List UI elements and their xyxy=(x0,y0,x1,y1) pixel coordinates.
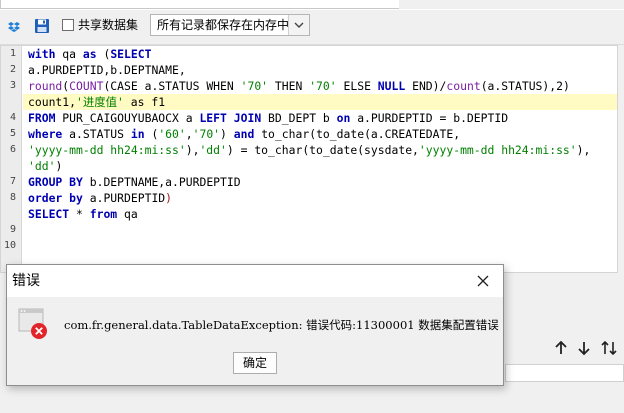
code-line: order by a.PURDEPTID) xyxy=(28,191,173,205)
query-toolbar: 共享数据集 所有记录都保存在内存中 xyxy=(0,10,624,45)
close-icon[interactable] xyxy=(471,269,495,293)
ok-button[interactable]: 确定 xyxy=(233,352,277,374)
code-line: SELECT * from qa xyxy=(28,207,138,221)
code-line: count1,'进度值' as f1 xyxy=(28,95,166,109)
line-number: 1 xyxy=(9,48,16,59)
code-line: FROM PUR_CAIGOUYUBAOCX a LEFT JOIN BD_DE… xyxy=(28,111,509,125)
top-strip-right xyxy=(399,0,624,9)
dialog-titlebar: 错误 xyxy=(7,265,503,297)
line-number: 9 xyxy=(9,224,16,235)
code-line: where a.STATUS in ('60','70') and to_cha… xyxy=(28,127,461,141)
code-line: round(COUNT(CASE a.STATUS WHEN '70' THEN… xyxy=(28,79,570,93)
share-dataset-checkbox[interactable] xyxy=(62,19,74,31)
line-number: 8 xyxy=(9,192,16,203)
dialog-title: 错误 xyxy=(12,273,40,289)
editor-right-edge xyxy=(618,45,624,273)
code-line: 'yyyy-mm-dd hh24:mi:ss'),'dd') = to_char… xyxy=(28,143,591,157)
parameter-field[interactable] xyxy=(505,364,624,382)
dataset-name-field[interactable] xyxy=(0,0,400,9)
line-number: 5 xyxy=(9,128,16,139)
code-line: with qa as (SELECT xyxy=(28,47,152,61)
line-number: 4 xyxy=(9,112,16,123)
line-number: 10 xyxy=(3,240,16,251)
chevron-down-icon[interactable] xyxy=(288,15,309,35)
error-icon xyxy=(17,305,49,339)
sort-icon[interactable] xyxy=(599,340,619,356)
share-dataset-label: 共享数据集 xyxy=(78,18,139,32)
code-line: 'dd') xyxy=(28,159,63,173)
code-line: GROUP BY b.DEPTNAME,a.PURDEPTID xyxy=(28,175,241,189)
error-message: com.fr.general.data.TableDataException: … xyxy=(64,318,499,332)
move-down-icon[interactable] xyxy=(576,340,592,356)
line-number: 6 xyxy=(9,144,16,155)
line-number: 7 xyxy=(9,176,16,187)
code-line: a.PURDEPTID,b.DEPTNAME, xyxy=(28,63,186,77)
dropbox-icon[interactable] xyxy=(6,18,22,34)
save-icon[interactable] xyxy=(34,18,50,34)
error-dialog: 错误 com.fr.general.data.TableDataExceptio… xyxy=(6,264,504,386)
sql-editor[interactable]: 1 2 3 4 5 6 7 8 9 10 with qa as (SELECT a.PURDEPTI… xyxy=(0,45,618,273)
line-number: 2 xyxy=(9,64,16,75)
line-number: 3 xyxy=(9,80,16,91)
move-up-icon[interactable] xyxy=(553,340,569,356)
memory-mode-value: 所有记录都保存在内存中 xyxy=(157,18,290,32)
memory-mode-select[interactable]: 所有记录都保存在内存中 xyxy=(150,14,310,36)
